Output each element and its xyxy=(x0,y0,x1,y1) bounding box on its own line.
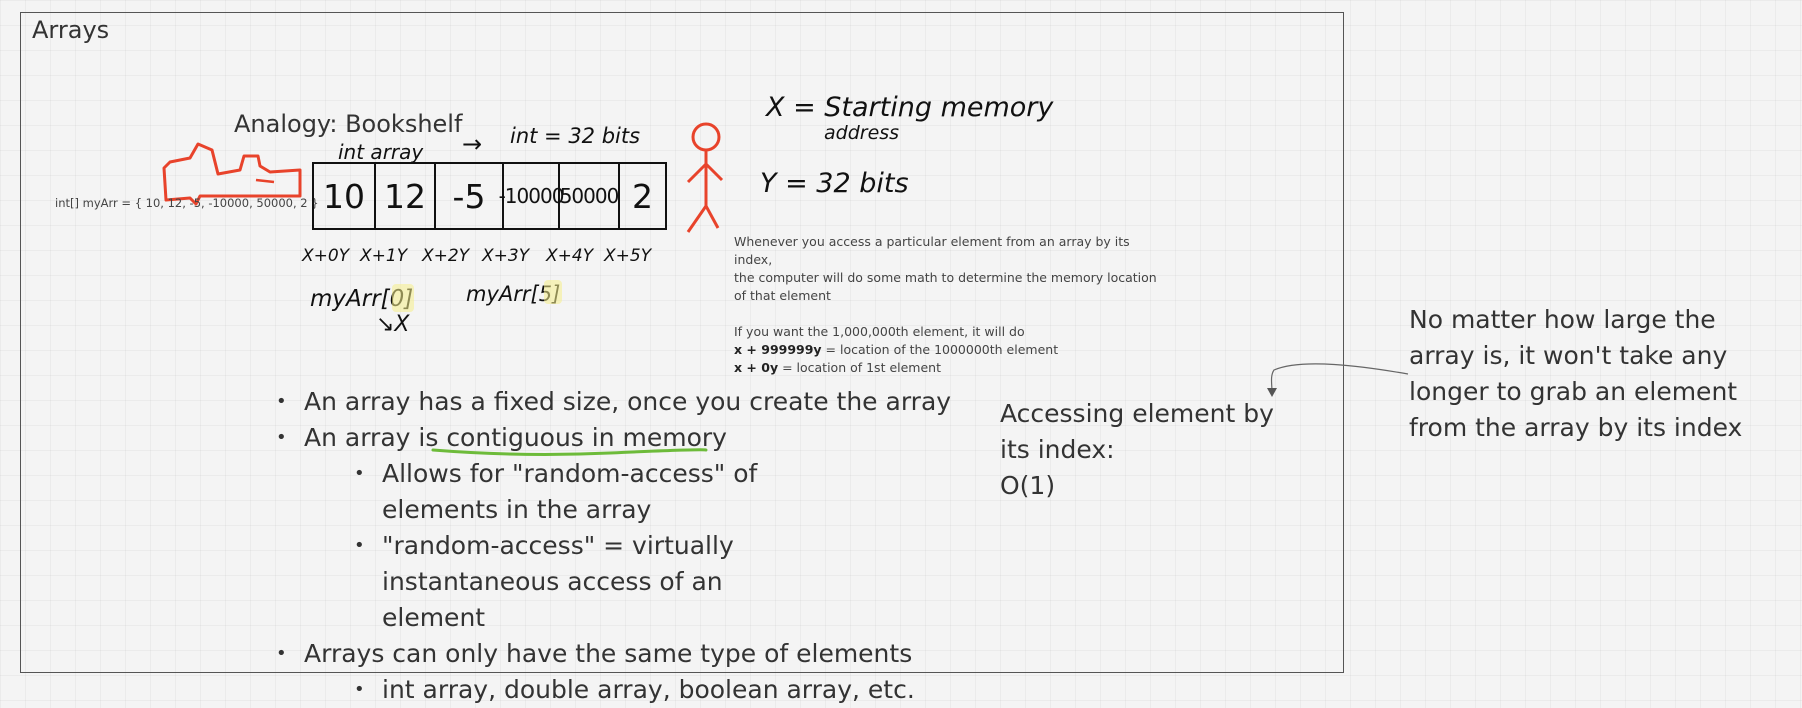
connector-arrow xyxy=(1267,363,1409,397)
formula-desc: = location of 1st element xyxy=(778,360,941,375)
array-diagram: 10 12 -5 -10000 50000 2 xyxy=(312,162,667,230)
formula-desc: = location of the 1000000th element xyxy=(821,342,1059,357)
sub-bullet-item: Allows for "random-access" of elements i… xyxy=(270,456,802,528)
array-cell: -10000 xyxy=(499,164,564,228)
bullet-item: Arrays can only have the same type of el… xyxy=(270,636,951,672)
access-text: Accessing element by its index: xyxy=(1000,399,1274,464)
note-line: the computer will do some math to determ… xyxy=(734,270,1157,285)
stick-figure xyxy=(686,122,724,233)
array-cell: 10 xyxy=(314,164,376,228)
side-note: No matter how large the array is, it won… xyxy=(1409,305,1743,442)
frame-title: Arrays xyxy=(32,16,110,44)
access-complexity: Accessing element by its index: O(1) xyxy=(1000,396,1300,504)
sub-bullet-item: int array, double array, boolean array, … xyxy=(270,672,942,708)
note-line: x + 0y = location of 1st element xyxy=(734,359,1164,377)
bullet-list: An array has a fixed size, once you crea… xyxy=(270,384,951,708)
x-definition-cont: address xyxy=(824,122,900,144)
bullet-text: An array is xyxy=(304,423,447,452)
int-array-label: int array xyxy=(338,140,424,164)
sub-bullet-item: "random-access" = virtually instantaneou… xyxy=(270,528,802,636)
index-highlight xyxy=(392,284,414,312)
note-line: of that element xyxy=(734,288,831,303)
formula: x + 999999y xyxy=(734,342,822,357)
green-underline xyxy=(431,448,708,456)
bullet-item: An array has a fixed size, once you crea… xyxy=(270,384,951,420)
note-line: Whenever you access a particular element… xyxy=(734,234,1130,267)
array-cell: -5 xyxy=(436,164,504,228)
offset-label: X+1Y xyxy=(360,246,408,266)
note-line: x + 999999y = location of the 1000000th … xyxy=(734,341,1164,359)
offset-label: X+2Y xyxy=(422,246,470,266)
int-size-label: int = 32 bits xyxy=(510,124,641,148)
note-line: If you want the 1,000,000th element, it … xyxy=(734,324,1025,339)
offset-label: X+3Y xyxy=(482,246,530,266)
offset-label: X+4Y xyxy=(546,246,594,266)
array-cell: 12 xyxy=(376,164,436,228)
x-definition: X = Starting memory xyxy=(766,92,1054,123)
y-definition: Y = 32 bits xyxy=(760,168,909,199)
array-cell: 2 xyxy=(632,176,653,216)
array-cell: 50000 xyxy=(560,164,620,228)
access-index-0-result: ↘X xyxy=(376,312,410,337)
arrow-glyph: → xyxy=(462,130,483,158)
formula: x + 0y xyxy=(734,360,779,375)
big-o-value: O(1) xyxy=(1000,471,1056,500)
array-declaration: int[] myArr = { 10, 12, -5, -10000, 5000… xyxy=(55,196,319,210)
memory-note: Whenever you access a particular element… xyxy=(734,233,1164,377)
offset-label: X+0Y xyxy=(302,246,350,266)
index-highlight xyxy=(544,280,562,304)
offset-label: X+5Y xyxy=(604,246,652,266)
analogy-label: Analogy: Bookshelf xyxy=(234,110,463,138)
